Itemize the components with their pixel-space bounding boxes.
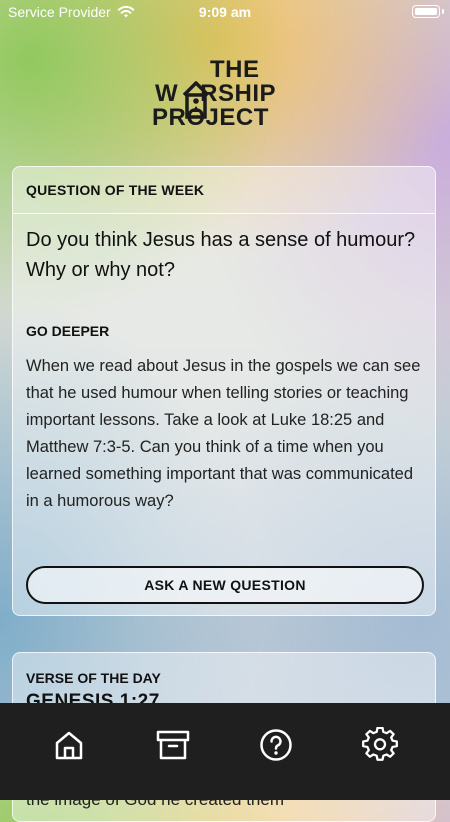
status-time: 9:09 am	[198, 4, 252, 20]
app-logo: THE W RSHIP PROJECT	[152, 56, 277, 131]
go-deeper-text: When we read about Jesus in the gospels …	[26, 357, 421, 510]
verse-label: VERSE OF THE DAY	[26, 670, 161, 686]
battery-icon	[412, 5, 444, 18]
tab-settings[interactable]	[360, 725, 400, 765]
tab-home[interactable]	[49, 725, 89, 765]
archive-icon	[156, 730, 190, 760]
home-icon	[55, 731, 83, 760]
status-bar: Service Provider 9:09 am	[0, 0, 450, 26]
tab-bar	[0, 703, 450, 800]
tab-archive[interactable]	[153, 725, 193, 765]
settings-icon	[362, 727, 398, 761]
question-of-the-week-card: QUESTION OF THE WEEK Do you think Jesus …	[12, 166, 436, 616]
go-deeper-label: GO DEEPER	[26, 323, 110, 339]
help-icon	[260, 729, 292, 761]
tab-help[interactable]	[256, 725, 296, 765]
question-text: Do you think Jesus has a sense of humour…	[26, 229, 416, 281]
ask-new-question-button[interactable]: ASK A NEW QUESTION	[26, 566, 424, 604]
card-header: QUESTION OF THE WEEK	[13, 167, 435, 214]
